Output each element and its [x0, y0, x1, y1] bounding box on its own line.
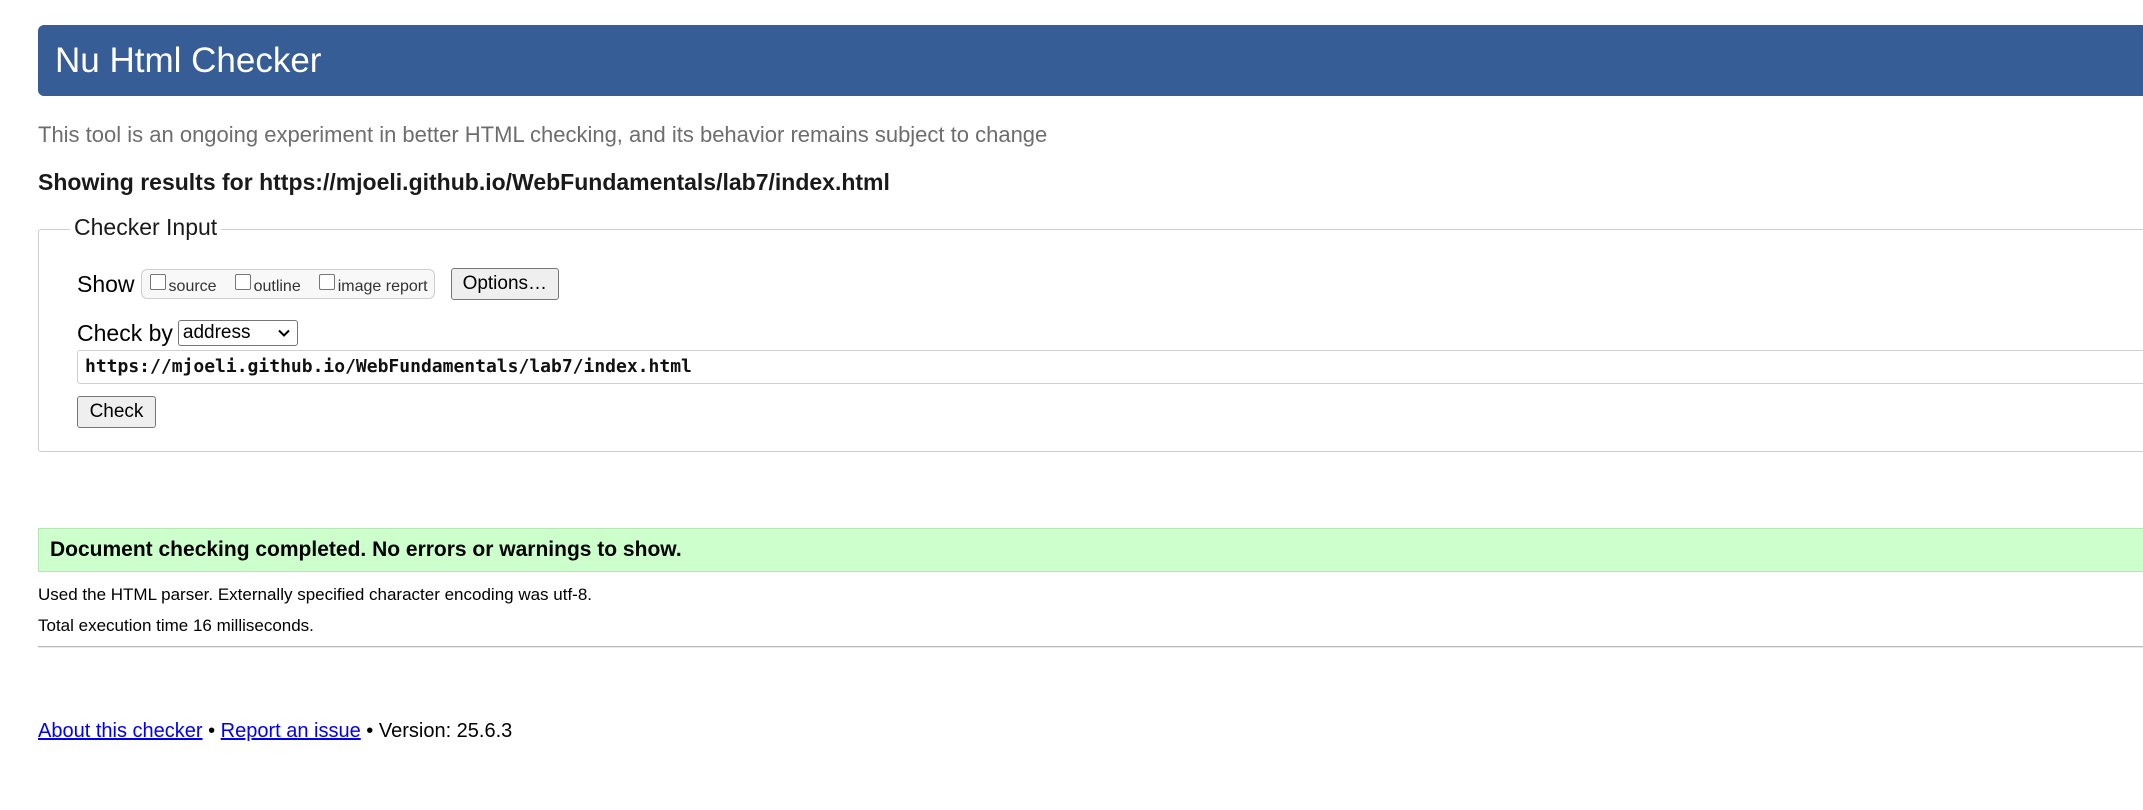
report-issue-link[interactable]: Report an issue [221, 720, 361, 742]
options-button[interactable]: Options… [450, 268, 560, 300]
source-checkbox[interactable] [149, 274, 166, 290]
source-checkbox-label[interactable]: source [169, 278, 217, 296]
check-by-label: Check by [77, 319, 173, 346]
chevron-down-icon [277, 326, 291, 340]
results-for-heading: Showing results for https://mjoeli.githu… [38, 169, 890, 195]
url-input[interactable]: https://mjoeli.github.io/WebFundamentals… [77, 350, 2143, 384]
footer-separator: • [360, 720, 379, 742]
check-button[interactable]: Check [77, 396, 156, 428]
parser-info: Used the HTML parser. Externally specifi… [38, 585, 593, 604]
page-header: Nu Html Checker [38, 25, 2143, 96]
image-report-checkbox[interactable] [318, 274, 335, 290]
outline-checkbox-label[interactable]: outline [254, 278, 301, 296]
image-report-checkbox-label[interactable]: image report [338, 278, 428, 296]
execution-time: Total execution time 16 milliseconds. [38, 616, 314, 635]
show-outline-option[interactable]: outline [234, 274, 301, 296]
check-by-select[interactable]: address [177, 320, 298, 346]
divider [38, 646, 2143, 648]
show-source-option[interactable]: source [149, 274, 217, 296]
tool-description: This tool is an ongoing experiment in be… [38, 122, 1048, 147]
show-checkbox-group: source outline image report [140, 269, 435, 299]
show-label: Show [77, 270, 135, 297]
outline-checkbox[interactable] [234, 274, 251, 290]
about-checker-link[interactable]: About this checker [38, 720, 203, 742]
check-by-row: Check by address [77, 318, 298, 348]
show-image-report-option[interactable]: image report [318, 274, 428, 296]
success-message: Document checking completed. No errors o… [38, 528, 2143, 572]
checker-input-legend: Checker Input [70, 214, 222, 241]
checker-input-fieldset [38, 229, 2143, 452]
version-info: Version: 25.6.3 [378, 720, 513, 742]
show-options-row: Show source outline image report Options… [77, 268, 560, 300]
footer: About this checker • Report an issue • V… [38, 720, 512, 743]
check-by-selected-value: address [182, 322, 251, 343]
page: Nu Html Checker This tool is an ongoing … [0, 0, 2143, 810]
page-title: Nu Html Checker [55, 41, 322, 80]
footer-separator: • [202, 720, 221, 742]
